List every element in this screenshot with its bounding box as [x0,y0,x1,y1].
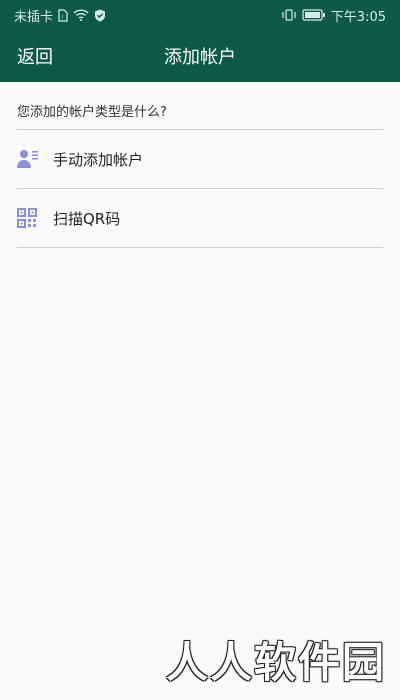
qr-code-icon [17,208,53,228]
person-card-icon [17,149,53,169]
status-bar: 未插卡 ! 下午3:05 [0,0,400,30]
watermark-text: 人人软件园 [165,638,386,687]
manual-add-account-option[interactable]: 手动添加帐户 [17,130,383,189]
battery-icon [302,9,326,21]
carrier-text: 未插卡 [14,9,54,25]
account-type-prompt: 您添加的帐户类型是什么? [17,104,383,130]
shield-icon [94,9,106,22]
vibrate-icon [281,9,297,21]
scan-qr-option[interactable]: 扫描QR码 [17,189,383,248]
status-right: 下午3:05 [281,6,386,25]
manual-add-account-label: 手动添加帐户 [53,150,144,169]
svg-text:!: ! [61,14,63,21]
status-left: 未插卡 ! [14,6,106,25]
screen: 未插卡 ! 下午3:05 返回 添加帐户 您添加的帐户类型是什么? 手动添加帐户… [0,0,400,700]
app-bar: 返回 添加帐户 [0,30,400,82]
sim-icon: ! [58,8,68,22]
scan-qr-label: 扫描QR码 [53,209,121,228]
wifi-icon [73,9,89,21]
page-title: 添加帐户 [164,47,236,68]
back-button[interactable]: 返回 [17,30,53,82]
option-list: 手动添加帐户 扫描QR码 [17,130,383,248]
time-text: 下午3:05 [330,9,386,25]
